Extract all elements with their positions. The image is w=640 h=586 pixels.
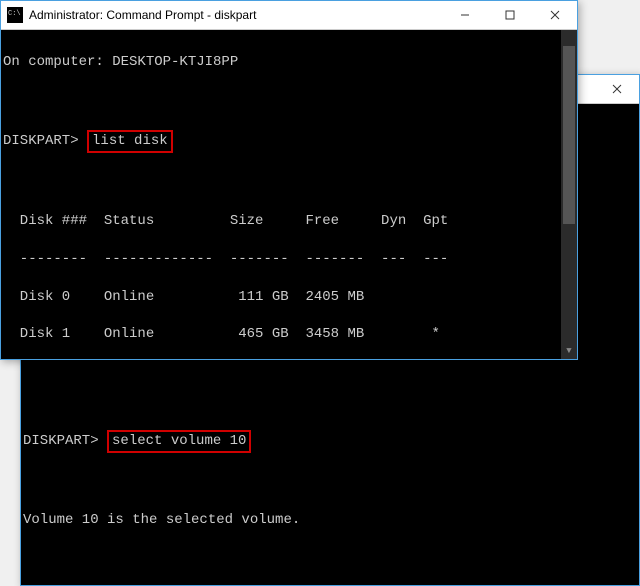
computer-line: On computer: DESKTOP-KTJI8PP <box>3 53 575 72</box>
maximize-button[interactable] <box>487 1 532 29</box>
close-button[interactable] <box>532 1 577 29</box>
titlebar-front[interactable]: Administrator: Command Prompt - diskpart <box>1 1 577 30</box>
disk-row: Disk 0 Online 111 GB 2405 MB <box>3 288 575 307</box>
disk-header: Disk ### Status Size Free Dyn Gpt <box>3 212 575 231</box>
prompt: DISKPART> <box>3 133 79 149</box>
cmd-icon <box>7 7 23 23</box>
prompt: DISKPART> <box>23 433 99 449</box>
scroll-down-icon[interactable]: ▼ <box>561 343 577 359</box>
close-button[interactable] <box>594 75 639 103</box>
minimize-button[interactable] <box>442 1 487 29</box>
window-title-front: Administrator: Command Prompt - diskpart <box>29 8 442 22</box>
selected-volume-msg: Volume 10 is the selected volume. <box>23 511 637 530</box>
highlighted-cmd-select-volume: select volume 10 <box>107 430 251 453</box>
scroll-thumb[interactable] <box>563 46 575 224</box>
scrollbar[interactable]: ▲ ▼ <box>561 30 577 359</box>
highlighted-cmd-list-disk: list disk <box>87 130 173 153</box>
scroll-track[interactable] <box>561 46 577 343</box>
cmd-window-front: Administrator: Command Prompt - diskpart… <box>0 0 578 360</box>
terminal-front[interactable]: On computer: DESKTOP-KTJI8PP DISKPART> l… <box>1 30 577 359</box>
window-buttons-front <box>442 1 577 29</box>
disk-divider: -------- ------------- ------- ------- -… <box>3 250 575 269</box>
disk-row: Disk 1 Online 465 GB 3458 MB * <box>3 325 575 344</box>
